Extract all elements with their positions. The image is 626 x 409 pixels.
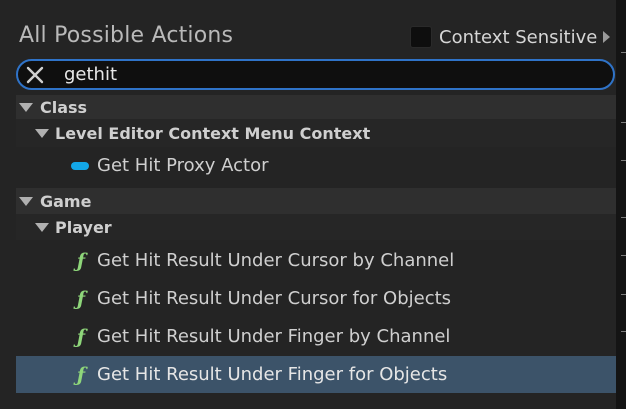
graph-wire bbox=[621, 255, 626, 256]
search-input[interactable] bbox=[64, 62, 584, 87]
caret-down-icon[interactable] bbox=[35, 222, 49, 232]
popup-header: All Possible Actions Context Sensitive bbox=[0, 0, 616, 58]
action-label: Get Hit Proxy Actor bbox=[97, 155, 269, 176]
graph-wire bbox=[621, 160, 626, 161]
caret-down-icon[interactable] bbox=[35, 128, 49, 138]
action-label: Get Hit Result Under Cursor for Objects bbox=[97, 288, 452, 309]
function-icon: ƒ bbox=[76, 249, 86, 272]
category-label: Game bbox=[40, 191, 92, 211]
graph-background bbox=[616, 0, 626, 409]
action-item[interactable]: ƒ Get Hit Result Under Finger by Channel bbox=[16, 318, 616, 355]
context-sensitive-label: Context Sensitive bbox=[439, 26, 598, 48]
category-label: Class bbox=[40, 97, 88, 117]
context-sensitive-toggle[interactable]: Context Sensitive bbox=[410, 24, 611, 50]
subcategory-level-editor-context[interactable]: Level Editor Context Menu Context bbox=[16, 119, 616, 147]
subcategory-label: Level Editor Context Menu Context bbox=[55, 123, 371, 143]
close-icon[interactable] bbox=[24, 64, 46, 86]
action-item[interactable]: Get Hit Proxy Actor bbox=[16, 147, 616, 184]
action-label: Get Hit Result Under Finger for Objects bbox=[97, 364, 448, 385]
chevron-right-icon[interactable] bbox=[603, 31, 611, 43]
search-box bbox=[16, 59, 615, 90]
graph-wire bbox=[621, 122, 626, 123]
action-menu-popup: All Possible Actions Context Sensitive C… bbox=[0, 0, 616, 409]
context-sensitive-checkbox[interactable] bbox=[410, 26, 432, 48]
action-item[interactable]: ƒ Get Hit Result Under Cursor by Channel bbox=[16, 242, 616, 279]
graph-wire bbox=[621, 52, 626, 53]
variable-pill-icon bbox=[71, 161, 89, 170]
graph-wire bbox=[621, 217, 626, 218]
popup-title: All Possible Actions bbox=[19, 23, 234, 48]
caret-down-icon[interactable] bbox=[19, 102, 33, 112]
function-icon: ƒ bbox=[76, 325, 86, 348]
caret-down-icon[interactable] bbox=[19, 196, 33, 206]
function-icon: ƒ bbox=[76, 287, 86, 310]
graph-wire bbox=[621, 331, 626, 332]
action-item-selected[interactable]: ƒ Get Hit Result Under Finger for Object… bbox=[16, 356, 616, 393]
subcategory-label: Player bbox=[55, 217, 112, 237]
category-game[interactable]: Game bbox=[16, 188, 616, 214]
graph-wire bbox=[621, 294, 626, 295]
action-label: Get Hit Result Under Finger by Channel bbox=[97, 326, 451, 347]
action-item[interactable]: ƒ Get Hit Result Under Cursor for Object… bbox=[16, 280, 616, 317]
function-icon: ƒ bbox=[76, 363, 86, 386]
action-label: Get Hit Result Under Cursor by Channel bbox=[97, 250, 455, 271]
subcategory-player[interactable]: Player bbox=[16, 214, 616, 240]
category-class[interactable]: Class bbox=[16, 95, 616, 119]
